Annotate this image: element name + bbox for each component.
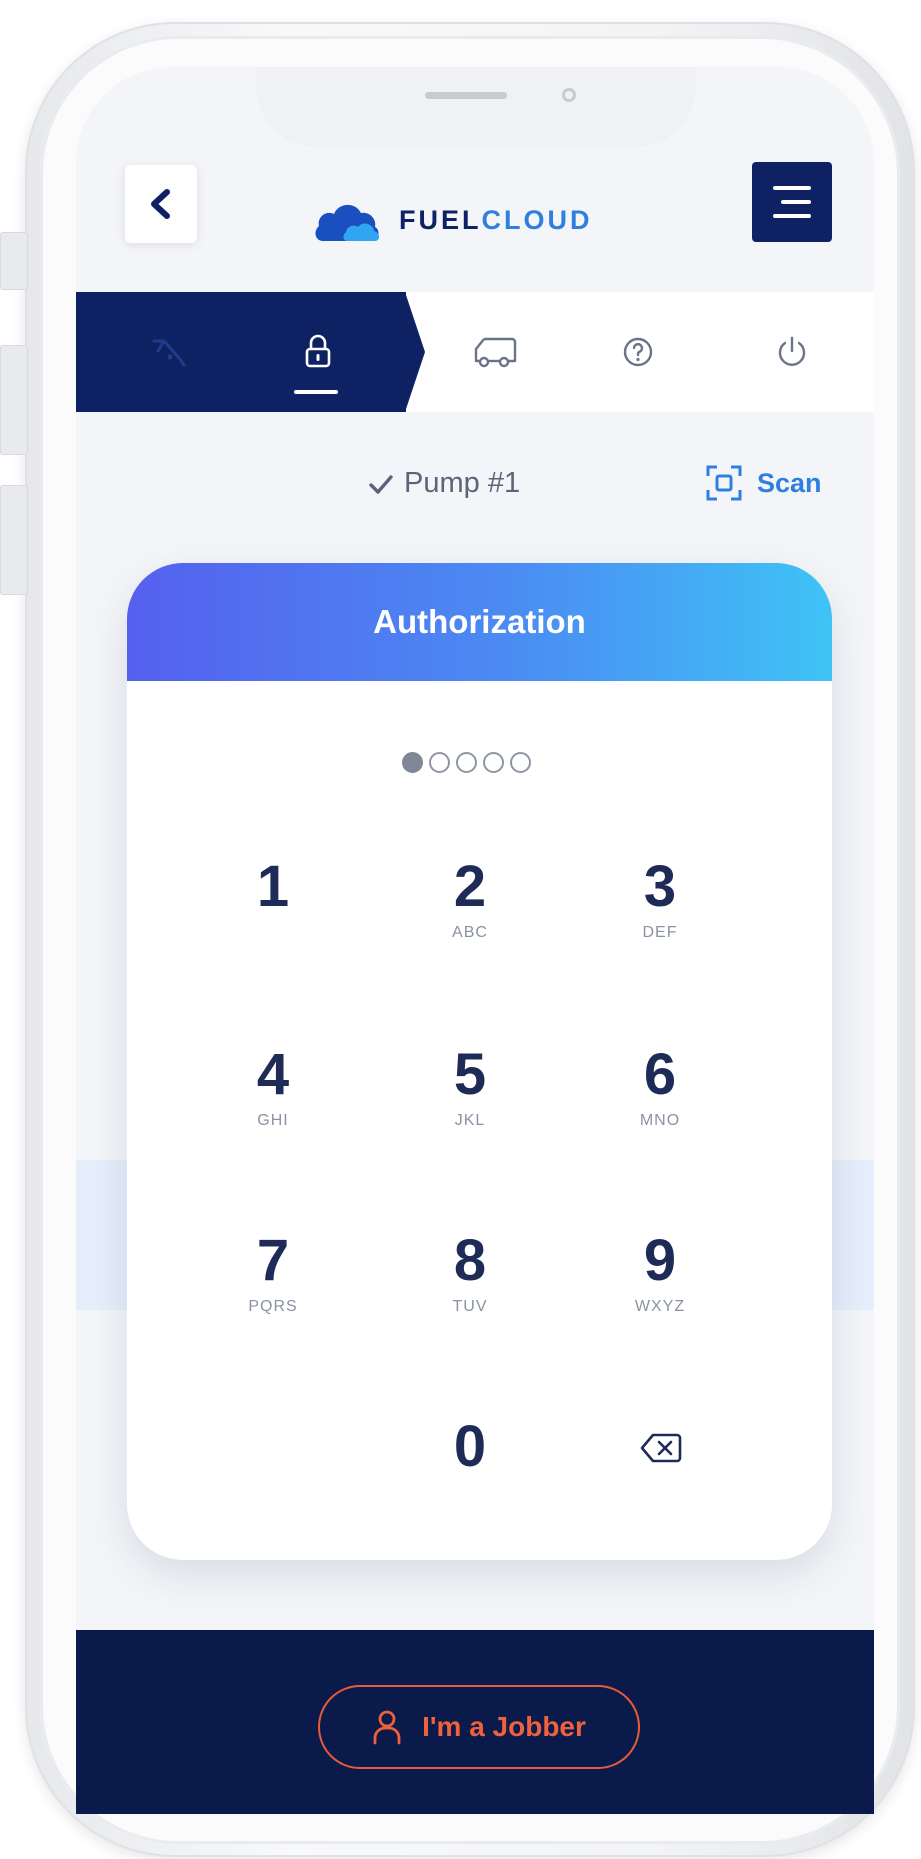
key-letters: GHI: [257, 1112, 289, 1129]
pump-label: Pump #1: [404, 467, 521, 499]
jobber-label: I'm a Jobber: [422, 1711, 586, 1742]
key-letters: PQRS: [248, 1298, 298, 1315]
pin-dot: [510, 752, 531, 773]
power-icon: [778, 336, 806, 366]
scan-icon: [706, 465, 742, 501]
step-lock[interactable]: [258, 292, 378, 412]
pin-dot: [483, 752, 504, 773]
key-digit: 6: [643, 1042, 677, 1107]
logo-text-cloud: CLOUD: [481, 204, 593, 235]
keypad-key-9[interactable]: 9 WXYZ: [595, 1230, 725, 1350]
key-digit: 4: [256, 1042, 290, 1107]
keypad-key-3[interactable]: 3 DEF: [595, 856, 725, 976]
key-digit: 2: [453, 854, 487, 919]
chevron-left-icon: [151, 189, 170, 219]
user-icon: [373, 1710, 401, 1745]
step-fuel[interactable]: [110, 292, 230, 412]
pin-indicator: [402, 752, 531, 773]
lock-icon: [305, 334, 331, 368]
key-letters: ABC: [452, 924, 488, 941]
checkmark-icon: [369, 474, 393, 494]
keypad-key-1[interactable]: 1: [208, 856, 338, 976]
authorization-header: Authorization: [127, 563, 832, 681]
scan-label: Scan: [757, 467, 822, 498]
pin-dot: [429, 752, 450, 773]
key-digit: 9: [643, 1228, 677, 1293]
phone-volume-up: [0, 345, 28, 455]
key-letters: TUV: [452, 1298, 488, 1315]
fuel-nozzle-icon: [152, 339, 186, 367]
key-digit: 8: [453, 1228, 487, 1293]
key-letters: WXYZ: [634, 1298, 686, 1315]
authorization-title: Authorization: [373, 603, 586, 640]
logo-text-fuel: FUEL: [399, 204, 482, 235]
key-digit: 5: [453, 1042, 487, 1107]
keypad-key-5[interactable]: 5 JKL: [405, 1044, 535, 1164]
phone-volume-down: [0, 485, 28, 595]
fuelcloud-logo: FUEL CLOUD: [313, 195, 593, 245]
key-letters: JKL: [454, 1112, 486, 1129]
pin-dot: [456, 752, 477, 773]
help-circle-icon: [623, 337, 653, 367]
step-truck[interactable]: [435, 292, 555, 412]
phone-speaker: [425, 92, 507, 99]
keypad-key-7[interactable]: 7 PQRS: [208, 1230, 338, 1350]
current-step-indicator: [294, 390, 338, 394]
truck-icon: [474, 337, 517, 368]
key-digit: 0: [453, 1414, 487, 1479]
keypad-key-2[interactable]: 2 ABC: [405, 856, 535, 976]
menu-line: [781, 200, 811, 204]
background-panel-left: [76, 1160, 128, 1310]
pin-dot: [402, 752, 423, 773]
jobber-button[interactable]: I'm a Jobber: [318, 1685, 640, 1769]
phone-camera: [562, 88, 576, 102]
back-button[interactable]: [125, 165, 197, 243]
backspace-icon: [640, 1433, 682, 1463]
menu-button[interactable]: [752, 162, 832, 242]
background-panel-right: [830, 1160, 874, 1310]
keypad-key-8[interactable]: 8 TUV: [405, 1230, 535, 1350]
selected-pump: Pump #1: [368, 467, 520, 500]
phone-notch: [256, 67, 696, 147]
cloud-logo-icon: [315, 204, 380, 241]
hamburger-menu-icon: [773, 186, 811, 190]
step-help[interactable]: [578, 292, 698, 412]
step-power[interactable]: [732, 292, 852, 412]
step-progress-arrow: [405, 292, 425, 412]
keypad-key-4[interactable]: 4 GHI: [208, 1044, 338, 1164]
key-letters: DEF: [642, 924, 678, 941]
phone-mute-switch: [0, 232, 28, 290]
key-digit: 3: [643, 854, 677, 919]
keypad-key-0[interactable]: 0: [405, 1416, 535, 1536]
menu-line: [773, 214, 811, 218]
key-digit: 1: [256, 854, 290, 919]
scan-button[interactable]: Scan: [705, 464, 822, 502]
key-letters: MNO: [639, 1112, 681, 1129]
keypad-key-6[interactable]: 6 MNO: [595, 1044, 725, 1164]
backspace-button[interactable]: [640, 1432, 682, 1469]
key-digit: 7: [256, 1228, 290, 1293]
